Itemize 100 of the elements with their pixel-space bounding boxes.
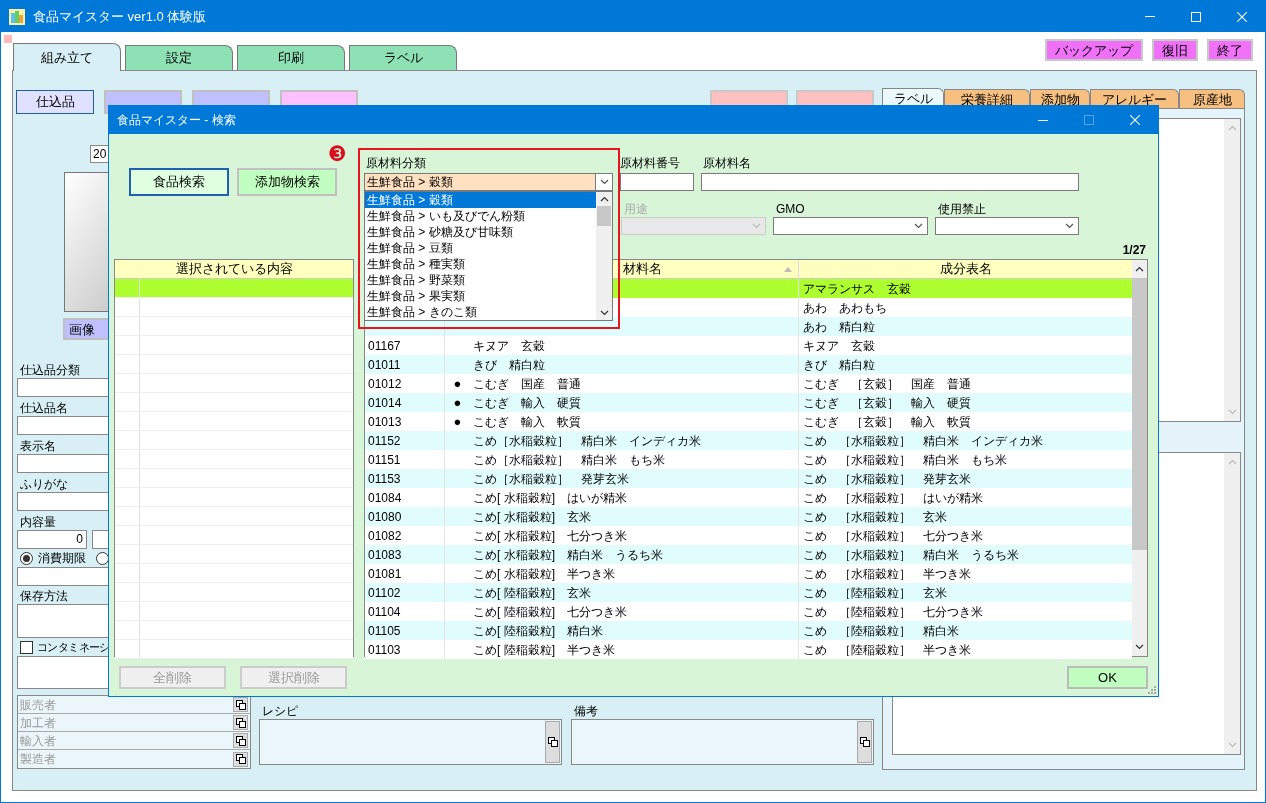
- main-tab[interactable]: 印刷: [237, 45, 345, 70]
- copy-button[interactable]: [545, 721, 560, 763]
- table-row[interactable]: [115, 279, 353, 298]
- radio-button[interactable]: [20, 551, 33, 565]
- side-tab[interactable]: 原産地: [1179, 89, 1245, 108]
- search-mode-button[interactable]: 食品検索: [129, 168, 229, 196]
- input-field[interactable]: 0: [17, 530, 87, 549]
- table-row[interactable]: [115, 355, 353, 374]
- table-row[interactable]: [115, 526, 353, 545]
- table-row[interactable]: 01102 こめ[ 陸稲穀粒] 玄米 こめ ［陸稲穀粒］ 玄米: [365, 583, 1132, 602]
- table-cell-text: こめ ［水稲穀粒］ 発芽玄米: [803, 470, 971, 488]
- table-row[interactable]: [115, 450, 353, 469]
- ok-button[interactable]: OK: [1067, 666, 1148, 689]
- field-label: 保存方法: [19, 588, 69, 604]
- field-label: 備考: [573, 703, 599, 719]
- checkbox[interactable]: [20, 640, 33, 654]
- scrollbar[interactable]: [1224, 453, 1240, 754]
- table-row[interactable]: [115, 583, 353, 602]
- table-row[interactable]: [115, 621, 353, 640]
- table-row[interactable]: [115, 488, 353, 507]
- table-cell-text: こめ[ 水稲穀粒] 半つき米: [473, 565, 615, 583]
- scrollbar-thumb[interactable]: [1132, 278, 1147, 550]
- table-row[interactable]: 01083 こめ[ 水稲穀粒] 精白米 うるち米 こめ ［水稲穀粒］ 精白米 うるち米: [365, 545, 1132, 564]
- table-row[interactable]: [115, 602, 353, 621]
- field-label: 仕込品名: [19, 400, 69, 416]
- table-row[interactable]: 01103 こめ[ 陸稲穀粒] 半つき米 こめ ［陸稲穀粒］ 半つき米: [365, 640, 1132, 659]
- table-cell-text: 01103: [368, 641, 401, 659]
- table-row[interactable]: [115, 374, 353, 393]
- scrollbar-thumb[interactable]: [597, 206, 611, 226]
- header-button[interactable]: 復旧: [1152, 39, 1198, 61]
- table-row[interactable]: [115, 393, 353, 412]
- search-mode-button[interactable]: 添加物検索: [237, 168, 337, 196]
- copy-button[interactable]: [857, 721, 872, 763]
- table-row[interactable]: [115, 469, 353, 488]
- party-label: 加工者: [19, 714, 56, 732]
- table-row[interactable]: 01152 こめ［水稲穀粒］ 精白米 インディカ米 こめ ［水稲穀粒］ 精白米 インディカ米: [365, 431, 1132, 450]
- scrollbar[interactable]: [1132, 260, 1147, 656]
- field-label: 原材料分類: [365, 155, 427, 172]
- table-cell-text: 01082: [368, 527, 402, 545]
- dropdown-option[interactable]: 生鮮食品 > きのこ類: [365, 304, 596, 320]
- table-row[interactable]: [115, 431, 353, 450]
- table-row[interactable]: [115, 317, 353, 336]
- dropdown-option[interactable]: 生鮮食品 > 砂糖及び甘味類: [365, 224, 596, 240]
- table-cell-text: こめ ［水稲穀粒］ 玄米: [803, 508, 947, 526]
- dropdown-option[interactable]: 生鮮食品 > 穀類: [365, 192, 596, 208]
- minimize-icon: [1145, 16, 1155, 17]
- category-dropdown[interactable]: 生鮮食品 > 穀類: [364, 173, 613, 191]
- copy-button[interactable]: [233, 697, 248, 712]
- copy-button[interactable]: [233, 751, 248, 767]
- side-tab[interactable]: ラベル: [882, 88, 944, 108]
- window-title: 食品マイスター ver1.0 体験版: [33, 7, 207, 26]
- copy-button[interactable]: [233, 733, 248, 748]
- main-tab[interactable]: ラベル: [349, 45, 457, 70]
- table-cell-text: こむぎ 国産 普通: [473, 375, 581, 393]
- table-row[interactable]: [115, 545, 353, 564]
- column-header[interactable]: 成分表名: [939, 259, 992, 279]
- dropdown-option[interactable]: 生鮮食品 > いも及びでん粉類: [365, 208, 596, 224]
- scrollbar[interactable]: [1224, 119, 1240, 421]
- field-label: GMO: [775, 201, 806, 217]
- dropdown-option[interactable]: 生鮮食品 > 種実類: [365, 256, 596, 272]
- party-label: 輸入者: [19, 732, 56, 750]
- table-row[interactable]: 01080 こめ[ 水稲穀粒] 玄米 こめ ［水稲穀粒］ 玄米: [365, 507, 1132, 526]
- chevron-down-icon: [1135, 644, 1144, 650]
- table-row[interactable]: [115, 298, 353, 317]
- table-cell-text: こめ[ 水稲穀粒] はいが精米: [473, 489, 627, 507]
- field-label: 使用禁止: [937, 201, 987, 217]
- dropdown-option[interactable]: 生鮮食品 > 豆類: [365, 240, 596, 256]
- table-row[interactable]: 01014 ● こむぎ 輸入 硬質 こむぎ ［玄穀］ 輸入 硬質: [365, 393, 1132, 412]
- main-tab[interactable]: 設定: [125, 45, 233, 70]
- table-row[interactable]: [115, 507, 353, 526]
- column-header[interactable]: 材料名: [623, 259, 662, 279]
- dropdown[interactable]: [935, 217, 1079, 235]
- table-cell-text: ●: [453, 393, 462, 412]
- table-row[interactable]: 01153 こめ［水稲穀粒］ 発芽玄米 こめ ［水稲穀粒］ 発芽玄米: [365, 469, 1132, 488]
- table-cell-text: 01011: [368, 356, 401, 374]
- chevron-up-icon: [1135, 266, 1144, 272]
- table-row[interactable]: [115, 336, 353, 355]
- table-row[interactable]: [115, 640, 353, 659]
- table-cell-text: こめ［水稲穀粒］ 発芽玄米: [473, 470, 629, 488]
- table-cell-text: 01167: [368, 337, 401, 355]
- table-row[interactable]: 01105 こめ[ 陸稲穀粒] 精白米 こめ ［陸稲穀粒］ 精白米: [365, 621, 1132, 640]
- header-button[interactable]: 終了: [1207, 39, 1253, 61]
- field-label: 仕込品分類: [19, 362, 81, 378]
- table-row[interactable]: [115, 564, 353, 583]
- input-field[interactable]: [701, 173, 1079, 191]
- copy-button[interactable]: [233, 715, 248, 730]
- table-cell-text: きび 精白粒: [803, 356, 875, 374]
- table-cell-text: 01102: [368, 584, 401, 602]
- scrollbar[interactable]: [596, 192, 612, 320]
- table-row[interactable]: あわ 精白粒: [365, 317, 1132, 336]
- input-field[interactable]: [620, 173, 694, 191]
- table-row[interactable]: [115, 412, 353, 431]
- dropdown[interactable]: [773, 217, 928, 235]
- header-button[interactable]: バックアップ: [1045, 39, 1143, 61]
- category-button[interactable]: 仕込品: [16, 90, 94, 114]
- main-tab[interactable]: 組み立て: [13, 43, 121, 71]
- table-cell-text: こむぎ 輸入 軟質: [473, 413, 581, 431]
- minimize-icon: [1038, 119, 1048, 121]
- table-row[interactable]: 01011 きび 精白粒 きび 精白粒: [365, 355, 1132, 374]
- table-cell-text: こめ ［水稲穀粒］ 精白米 インディカ米: [803, 432, 1043, 450]
